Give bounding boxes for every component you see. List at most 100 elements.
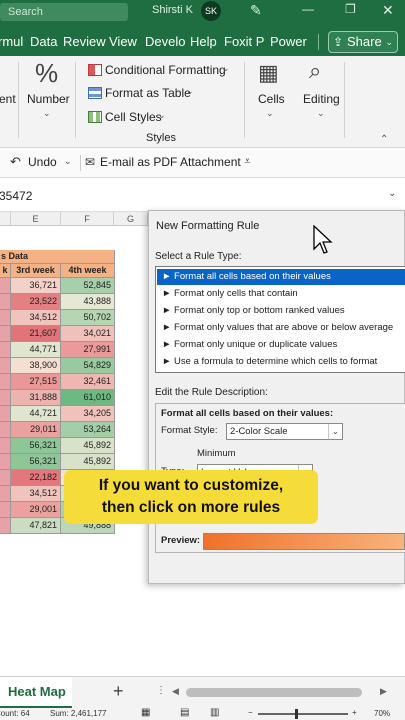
undo-icon[interactable]: ↶	[10, 154, 21, 170]
table-cell[interactable]: 34,021	[61, 326, 115, 342]
undo-button[interactable]: Undo	[28, 155, 57, 169]
more-sheets-icon[interactable]: ⋮	[156, 685, 166, 696]
column-header-g[interactable]: G	[114, 212, 148, 226]
rule-option[interactable]: ► Format all cells based on their values	[157, 269, 405, 285]
table-cell[interactable]	[0, 294, 11, 310]
table-cell[interactable]: 34,512	[11, 486, 61, 502]
tab-review[interactable]: Review	[63, 34, 106, 49]
table-cell[interactable]: 21,607	[11, 326, 61, 342]
table-cell[interactable]	[0, 518, 11, 534]
column-title-cell[interactable]: 3rd week	[11, 264, 61, 278]
table-cell[interactable]	[0, 374, 11, 390]
column-title-cell[interactable]: k	[0, 264, 11, 278]
table-cell[interactable]: 38,900	[11, 358, 61, 374]
table-cell[interactable]	[0, 390, 11, 406]
table-cell[interactable]: 22,182	[11, 470, 61, 486]
table-cell[interactable]: 32,461	[61, 374, 115, 390]
tab-power[interactable]: Power	[270, 34, 307, 49]
email-pdf-button[interactable]: E-mail as PDF Attachment	[100, 155, 241, 169]
restore-icon[interactable]: ❐	[345, 2, 356, 16]
close-icon[interactable]: ✕	[382, 2, 394, 19]
tab-foxit[interactable]: Foxit P	[224, 34, 264, 49]
zoom-slider-thumb[interactable]	[295, 709, 299, 719]
conditional-formatting-button[interactable]: Conditional Formatting	[105, 63, 226, 77]
table-cell[interactable]: 44,771	[11, 342, 61, 358]
zoom-slider[interactable]	[258, 713, 348, 715]
percent-icon[interactable]: %	[35, 58, 58, 89]
table-cell[interactable]: 50,702	[61, 310, 115, 326]
chevron-down-icon[interactable]: ⌄	[64, 156, 72, 167]
horizontal-scrollbar[interactable]	[186, 688, 362, 697]
scroll-left-icon[interactable]: ◀	[172, 686, 179, 697]
rule-type-list[interactable]: ► Format all cells based on their values…	[155, 266, 405, 373]
table-cell[interactable]: 52,845	[61, 278, 115, 294]
sheet-tab-active[interactable]: Heat Map	[0, 677, 72, 709]
page-layout-icon[interactable]: ▤	[180, 707, 189, 718]
table-cell[interactable]: 53,264	[61, 422, 115, 438]
zoom-out-icon[interactable]: −	[248, 708, 253, 717]
table-cell[interactable]: 47,821	[11, 518, 61, 534]
tab-data[interactable]: Data	[30, 34, 57, 49]
tab-view[interactable]: View	[109, 34, 137, 49]
table-cell[interactable]: 34,205	[61, 406, 115, 422]
table-cell[interactable]	[0, 470, 11, 486]
cell-styles-button[interactable]: Cell Styles	[105, 110, 162, 124]
tab-formulas[interactable]: rmul	[0, 34, 23, 49]
table-cell[interactable]: 43,888	[61, 294, 115, 310]
normal-view-icon[interactable]: ▦	[141, 707, 150, 718]
editing-button[interactable]: Editing	[303, 92, 340, 106]
avatar[interactable]: SK	[201, 1, 221, 21]
zoom-level[interactable]: 70%	[374, 709, 390, 718]
table-cell[interactable]: 36,721	[11, 278, 61, 294]
cells-button[interactable]: Cells	[258, 92, 285, 106]
table-cell[interactable]: 27,991	[61, 342, 115, 358]
share-button[interactable]: ⇪ Share ⌄	[328, 31, 398, 53]
table-cell[interactable]: 27,515	[11, 374, 61, 390]
chevron-down-icon[interactable]: ⌄	[43, 108, 51, 119]
rule-option[interactable]: ► Format only values that are above or b…	[157, 320, 405, 336]
column-header[interactable]	[0, 212, 11, 226]
pen-icon[interactable]: ✎	[250, 2, 262, 19]
rule-option[interactable]: ► Format only cells that contain	[157, 286, 405, 302]
email-pdf-icon[interactable]: ✉	[85, 155, 95, 169]
table-cell[interactable]: 45,892	[61, 438, 115, 454]
cells-icon[interactable]: ▦	[258, 60, 279, 86]
table-title-cell[interactable]: s Data	[0, 250, 115, 264]
format-style-select[interactable]: 2-Color Scale ⌄	[226, 423, 343, 440]
minimize-icon[interactable]: —	[302, 2, 314, 16]
column-title-cell[interactable]: 4th week	[61, 264, 115, 278]
table-cell[interactable]: 34,512	[11, 310, 61, 326]
table-cell[interactable]	[0, 438, 11, 454]
column-header-e[interactable]: E	[11, 212, 61, 226]
chevron-down-icon[interactable]: ⌄	[222, 63, 230, 74]
table-cell[interactable]: 29,011	[11, 422, 61, 438]
table-cell[interactable]: 44,721	[11, 406, 61, 422]
table-cell[interactable]	[0, 278, 11, 294]
table-cell[interactable]: 29,001	[11, 502, 61, 518]
table-cell[interactable]	[0, 358, 11, 374]
table-cell[interactable]: 45,892	[61, 454, 115, 470]
column-header-f[interactable]: F	[61, 212, 114, 226]
format-as-table-button[interactable]: Format as Table	[105, 86, 191, 100]
chevron-down-icon[interactable]: ⌄	[317, 108, 325, 119]
table-cell[interactable]	[0, 406, 11, 422]
formula-value[interactable]: 35472	[0, 189, 32, 203]
chevron-down-icon[interactable]: ⌄	[158, 110, 166, 121]
tab-developer[interactable]: Develo	[145, 34, 185, 49]
table-cell[interactable]: 54,829	[61, 358, 115, 374]
chevron-down-icon[interactable]: ⌄	[186, 86, 194, 97]
table-cell[interactable]	[0, 486, 11, 502]
zoom-in-icon[interactable]: +	[352, 708, 357, 717]
table-cell[interactable]	[0, 502, 11, 518]
page-break-icon[interactable]: ▥	[210, 707, 219, 718]
collapse-ribbon-icon[interactable]: ⌃	[380, 134, 388, 145]
number-button[interactable]: Number	[27, 92, 70, 106]
tab-help[interactable]: Help	[190, 34, 217, 49]
formula-bar[interactable]: 35472 ⌄	[0, 178, 405, 212]
customize-toolbar-icon[interactable]: ⩡	[244, 154, 251, 169]
table-cell[interactable]: 56,321	[11, 454, 61, 470]
expand-formula-icon[interactable]: ⌄	[388, 188, 396, 199]
table-cell[interactable]: 56,321	[11, 438, 61, 454]
table-cell[interactable]	[0, 310, 11, 326]
search-box[interactable]: Search	[0, 3, 128, 21]
